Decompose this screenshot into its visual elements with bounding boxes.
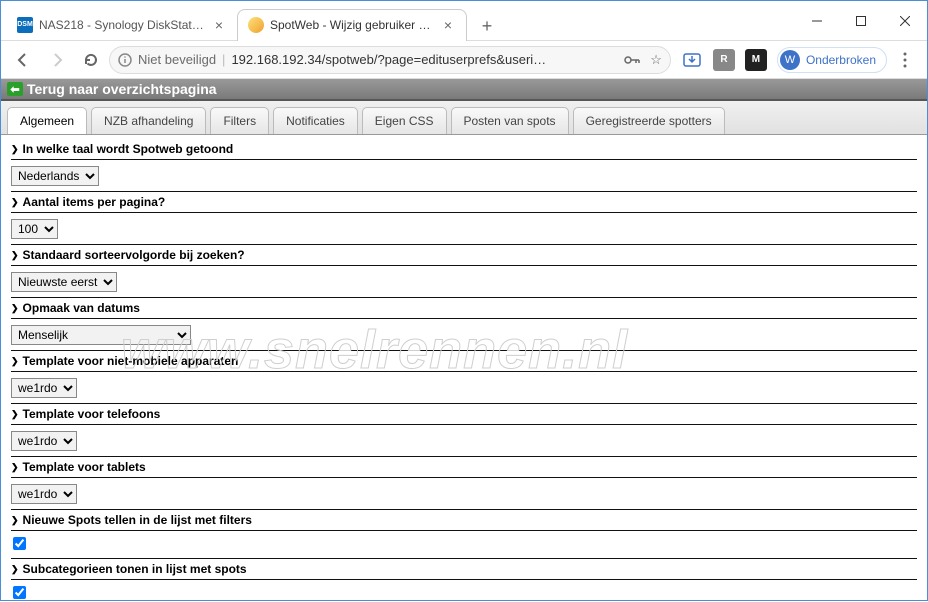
tab-geregistreerde-spotters[interactable]: Geregistreerde spotters bbox=[573, 107, 725, 134]
setting-select[interactable]: we1rdo bbox=[11, 431, 77, 451]
setting-control-row: Nieuwste eerst bbox=[11, 266, 917, 298]
chevron-right-icon: ❯ bbox=[11, 303, 19, 314]
tab-nzb-afhandeling[interactable]: NZB afhandeling bbox=[91, 107, 206, 134]
setting-label: Opmaak van datums bbox=[23, 301, 140, 315]
profile-avatar: W bbox=[780, 50, 800, 70]
setting-checkbox[interactable] bbox=[13, 537, 26, 550]
extension-icon-m[interactable]: M bbox=[745, 49, 767, 71]
browser-toolbar: Niet beveiligd | 192.168.192.34/spotweb/… bbox=[1, 41, 927, 79]
chevron-right-icon: ❯ bbox=[11, 356, 19, 367]
setting-label: Subcategorieen tonen in lijst met spots bbox=[23, 562, 247, 576]
chevron-right-icon: ❯ bbox=[11, 564, 19, 575]
minimize-icon bbox=[812, 16, 822, 26]
spot-favicon bbox=[248, 17, 264, 33]
setting-select[interactable]: we1rdo bbox=[11, 484, 77, 504]
setting-select[interactable]: Menselijk bbox=[11, 325, 191, 345]
browser-tab-1-title: NAS218 - Synology DiskStation bbox=[39, 18, 205, 32]
reload-button[interactable] bbox=[75, 45, 107, 75]
setting-header[interactable]: ❯ Standaard sorteervolgorde bij zoeken? bbox=[11, 245, 917, 266]
setting-control-row: Nederlands bbox=[11, 160, 917, 192]
setting-header[interactable]: ❯ Nieuwe Spots tellen in de lijst met fil… bbox=[11, 510, 917, 531]
chevron-right-icon: ❯ bbox=[11, 515, 19, 526]
chevron-right-icon: ❯ bbox=[11, 144, 19, 155]
arrow-left-green-icon: ⬅ bbox=[7, 82, 23, 96]
settings-content: ❯ In welke taal wordt Spotweb getoond Nede… bbox=[1, 135, 927, 602]
close-icon[interactable]: × bbox=[211, 17, 227, 33]
setting-header[interactable]: ❯ Opmaak van datums bbox=[11, 298, 917, 319]
tab-filters[interactable]: Filters bbox=[210, 107, 269, 134]
security-label: Niet beveiligd bbox=[138, 52, 216, 67]
arrow-right-icon bbox=[49, 52, 65, 68]
setting-label: Aantal items per pagina? bbox=[23, 195, 166, 209]
tab-algemeen[interactable]: Algemeen bbox=[7, 107, 87, 134]
browser-tab-2[interactable]: SpotWeb - Wijzig gebruiker voo × bbox=[237, 9, 467, 41]
new-tab-button[interactable]: + bbox=[473, 13, 501, 41]
star-icon[interactable]: ☆ bbox=[650, 52, 662, 68]
arrow-left-icon bbox=[15, 52, 31, 68]
tab-posten-van-spots[interactable]: Posten van spots bbox=[451, 107, 569, 134]
chevron-right-icon: ❯ bbox=[11, 409, 19, 420]
window-controls bbox=[795, 6, 927, 36]
close-icon[interactable]: × bbox=[440, 17, 456, 33]
extension-icon-r[interactable]: R bbox=[713, 49, 735, 71]
forward-button[interactable] bbox=[41, 45, 73, 75]
setting-label: Template voor telefoons bbox=[23, 407, 161, 421]
tab-eigen-css[interactable]: Eigen CSS bbox=[362, 107, 447, 134]
dsm-favicon: DSM bbox=[17, 17, 33, 33]
setting-header[interactable]: ❯ Template voor tablets bbox=[11, 457, 917, 478]
back-label: Terug naar overzichtspagina bbox=[27, 81, 217, 97]
overflow-menu-button[interactable] bbox=[889, 52, 921, 68]
maximize-button[interactable] bbox=[839, 6, 883, 36]
browser-tab-2-title: SpotWeb - Wijzig gebruiker voo bbox=[270, 18, 434, 32]
setting-label: Template voor tablets bbox=[23, 460, 146, 474]
setting-control-row: 100 bbox=[11, 213, 917, 245]
extension-icon-idm[interactable] bbox=[681, 49, 703, 71]
chevron-right-icon: ❯ bbox=[11, 462, 19, 473]
url-display: 192.168.192.34/spotweb/?page=edituserpre… bbox=[231, 52, 546, 67]
profile-chip[interactable]: W Onderbroken bbox=[777, 47, 887, 73]
tab-notificaties[interactable]: Notificaties bbox=[273, 107, 358, 134]
setting-header[interactable]: ❯ In welke taal wordt Spotweb getoond bbox=[11, 139, 917, 160]
separator: | bbox=[222, 52, 225, 67]
extension-icons: R M bbox=[673, 49, 775, 71]
setting-control-row: Menselijk bbox=[11, 319, 917, 351]
page-viewport: ⬅ Terug naar overzichtspagina Algemeen N… bbox=[1, 79, 927, 602]
browser-tabs-strip: DSM NAS218 - Synology DiskStation × Spot… bbox=[1, 1, 795, 41]
dots-vertical-icon bbox=[903, 52, 907, 68]
back-button[interactable] bbox=[7, 45, 39, 75]
setting-header[interactable]: ❯ Template voor niet-mobiele apparaten bbox=[11, 351, 917, 372]
close-icon bbox=[900, 16, 910, 26]
reload-icon bbox=[83, 52, 99, 68]
setting-control-row bbox=[11, 580, 917, 602]
setting-control-row: we1rdo bbox=[11, 425, 917, 457]
setting-select[interactable]: Nieuwste eerst bbox=[11, 272, 117, 292]
settings-tabbar: Algemeen NZB afhandeling Filters Notific… bbox=[1, 101, 927, 135]
setting-select[interactable]: 100 bbox=[11, 219, 58, 239]
setting-control-row: we1rdo bbox=[11, 372, 917, 404]
setting-header[interactable]: ❯ Aantal items per pagina? bbox=[11, 192, 917, 213]
minimize-button[interactable] bbox=[795, 6, 839, 36]
chevron-right-icon: ❯ bbox=[11, 197, 19, 208]
setting-label: In welke taal wordt Spotweb getoond bbox=[23, 142, 234, 156]
close-window-button[interactable] bbox=[883, 6, 927, 36]
browser-tab-1[interactable]: DSM NAS218 - Synology DiskStation × bbox=[7, 9, 237, 41]
setting-select[interactable]: we1rdo bbox=[11, 378, 77, 398]
back-to-overview-bar[interactable]: ⬅ Terug naar overzichtspagina bbox=[1, 79, 927, 101]
profile-label: Onderbroken bbox=[806, 53, 876, 67]
setting-checkbox[interactable] bbox=[13, 586, 26, 599]
address-bar[interactable]: Niet beveiligd | 192.168.192.34/spotweb/… bbox=[109, 46, 671, 74]
chevron-right-icon: ❯ bbox=[11, 250, 19, 261]
setting-select[interactable]: Nederlands bbox=[11, 166, 99, 186]
setting-label: Standaard sorteervolgorde bij zoeken? bbox=[23, 248, 245, 262]
maximize-icon bbox=[856, 16, 866, 26]
setting-label: Nieuwe Spots tellen in de lijst met filt… bbox=[23, 513, 252, 527]
browser-titlebar: DSM NAS218 - Synology DiskStation × Spot… bbox=[1, 1, 927, 41]
setting-control-row: we1rdo bbox=[11, 478, 917, 510]
setting-header[interactable]: ❯ Template voor telefoons bbox=[11, 404, 917, 425]
setting-label: Template voor niet-mobiele apparaten bbox=[23, 354, 239, 368]
setting-header[interactable]: ❯ Subcategorieen tonen in lijst met spots bbox=[11, 559, 917, 580]
info-icon bbox=[118, 53, 132, 67]
key-icon[interactable] bbox=[624, 55, 640, 65]
setting-control-row bbox=[11, 531, 917, 559]
